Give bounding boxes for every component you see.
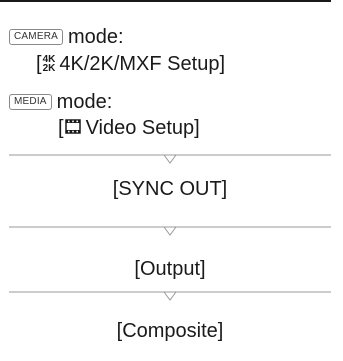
media-mode-row: MEDIA mode: <box>9 91 112 113</box>
camera-mode-label: mode: <box>67 26 124 48</box>
camera-setup-text: 4K/2K/MXF Setup] <box>59 53 225 75</box>
media-setup-menu: [ Video Setup] <box>58 116 200 140</box>
camera-setup-bracket: [ <box>36 53 42 75</box>
camera-setup-menu: [ 4K 2K 4K/2K/MXF Setup] <box>36 52 225 76</box>
media-setup-bracket: [ <box>58 117 64 139</box>
step-divider-arrow <box>9 226 331 236</box>
camera-mode-row: CAMERA mode: <box>9 26 124 48</box>
media-mode-label: mode: <box>56 91 113 113</box>
camera-mode-badge: CAMERA <box>9 29 63 45</box>
top-rule <box>0 0 331 2</box>
step-divider-arrow <box>9 291 331 301</box>
step-sync-out: [SYNC OUT] <box>112 178 228 200</box>
step-composite: [Composite] <box>116 320 224 342</box>
media-setup-text: Video Setup] <box>85 117 200 139</box>
video-setup-icon <box>64 116 81 140</box>
4k-2k-format-icon: 4K 2K <box>42 55 56 74</box>
format-icon-bottom: 2K <box>42 63 56 74</box>
step-output: [Output] <box>134 258 206 280</box>
media-mode-badge: MEDIA <box>9 94 52 110</box>
step-divider-arrow <box>9 154 331 164</box>
